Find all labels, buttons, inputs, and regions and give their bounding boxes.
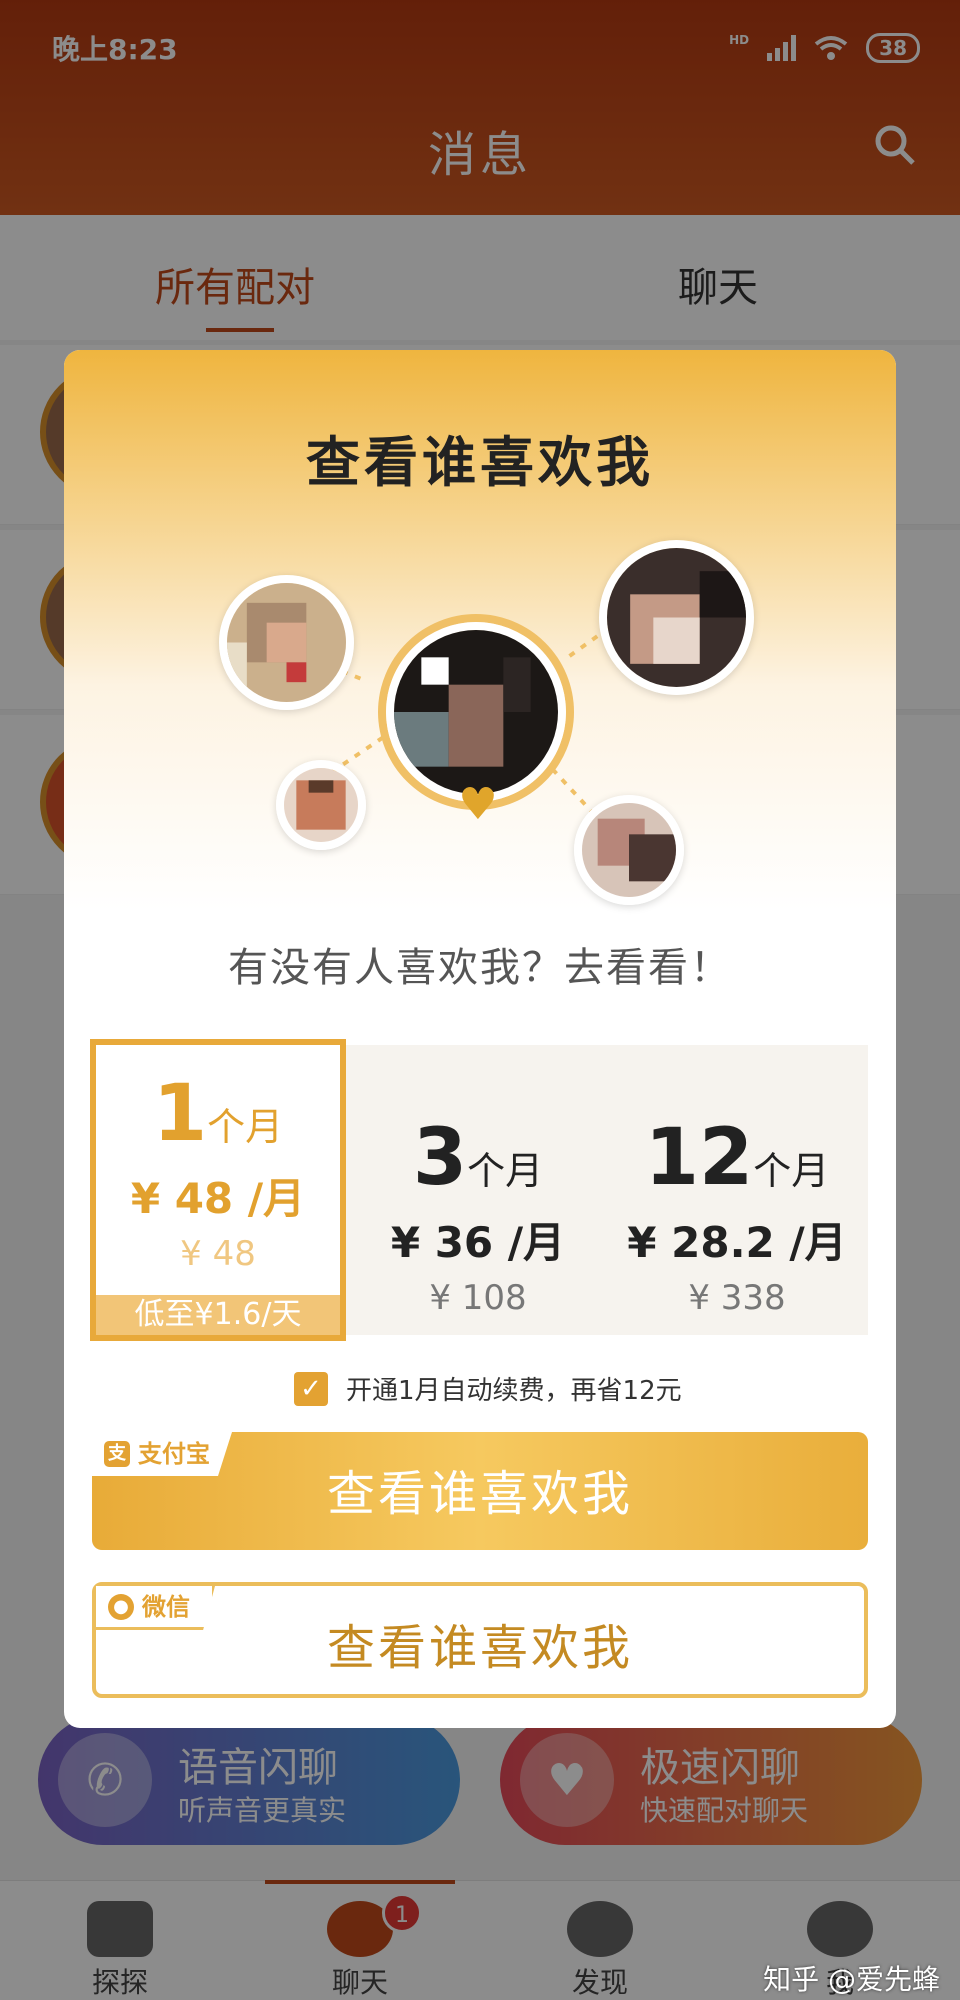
auto-renew-checkbox[interactable]: ✓ [294,1371,328,1406]
plan-duration: 3个月 [412,1113,544,1203]
plan-price: ¥ 36 /月 [390,1218,566,1267]
auto-renew-option: ✓ 开通1月自动续费，再省12元 [294,1370,682,1407]
plan-12-months[interactable]: 12个月 ¥ 28.2 /月 ¥ 338 [612,1045,862,1335]
plan-duration: 12个月 [644,1113,830,1203]
who-likes-me-prompt: 有没有人喜欢我？去看看！ [228,945,732,991]
who-likes-me-modal: 查看谁喜欢我 ♥ 有没有人喜欢我？去看看！ 1个月 ¥ 48 /月 ¥ 48 低… [64,350,896,1728]
plan-price: ¥ 28.2 /月 [627,1218,847,1267]
plan-total: ¥ 48 [180,1234,256,1274]
liker-avatar [276,760,366,850]
alipay-button-label: 查看谁喜欢我 [326,1466,633,1522]
plan-total: ¥ 108 [429,1278,527,1318]
plan-selector: 1个月 ¥ 48 /月 ¥ 48 低至¥1.6/天 3个月 ¥ 36 /月 ¥ … [90,1039,868,1341]
plan-total: ¥ 338 [688,1278,786,1318]
plan-3-months[interactable]: 3个月 ¥ 36 /月 ¥ 108 [358,1045,598,1335]
wechat-button-label: 查看谁喜欢我 [326,1620,633,1676]
alipay-pay-button[interactable]: 支 支付宝 查看谁喜欢我 [92,1432,868,1550]
liker-avatar [219,575,354,710]
plan-daily-price: 低至¥1.6/天 [96,1295,340,1335]
plan-1-month[interactable]: 1个月 ¥ 48 /月 ¥ 48 低至¥1.6/天 [90,1039,346,1341]
plan-duration: 1个月 [152,1069,284,1159]
liker-avatar [574,795,684,905]
plan-price: ¥ 48 /月 [130,1174,306,1223]
my-avatar [386,622,566,802]
wechat-pay-button[interactable]: ● 微信 查看谁喜欢我 [92,1582,868,1698]
auto-renew-label: 开通1月自动续费，再省12元 [346,1376,682,1406]
liker-avatar [599,540,754,695]
heart-icon: ♥ [458,779,498,830]
watermark: 知乎 @爱先蜂 [763,1963,940,1996]
